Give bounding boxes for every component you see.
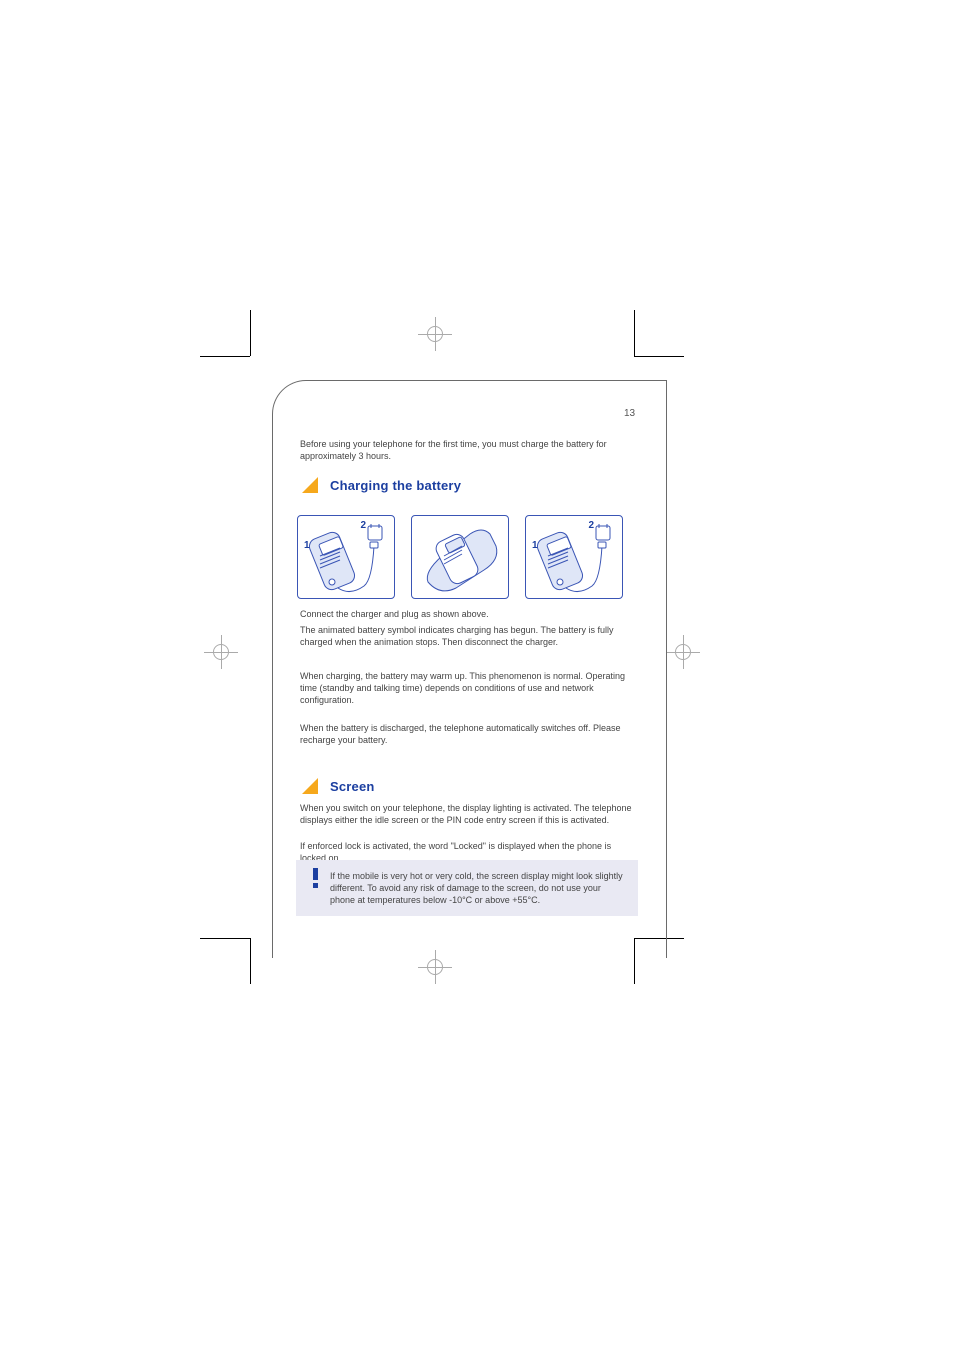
diagram-label: 1 xyxy=(532,540,538,551)
exclamation-icon xyxy=(308,868,322,892)
section-header-screen: Screen xyxy=(300,776,375,796)
diagram-phone-charger-1: 1 2 xyxy=(297,515,395,599)
diagram-phone-cradle xyxy=(411,515,509,599)
section1-intro: Before using your telephone for the firs… xyxy=(300,438,638,462)
diagram-label: 1 xyxy=(304,540,310,551)
triangle-bullet-icon xyxy=(300,475,320,495)
triangle-bullet-icon xyxy=(300,776,320,796)
diagram-label: 2 xyxy=(588,520,594,531)
section-header-charging: Charging the battery xyxy=(300,475,461,495)
section-title-screen: Screen xyxy=(330,779,375,794)
diagram-row: 1 2 xyxy=(297,515,623,599)
section1-body4: When the battery is discharged, the tele… xyxy=(300,722,638,746)
alert-box: If the mobile is very hot or very cold, … xyxy=(296,860,638,916)
section-title-charging: Charging the battery xyxy=(330,478,461,493)
registration-mark-right xyxy=(666,635,700,669)
section1-body3: When charging, the battery may warm up. … xyxy=(300,670,638,706)
page-number: 13 xyxy=(624,407,635,421)
alert-text: If the mobile is very hot or very cold, … xyxy=(330,871,623,905)
print-sheet: 13 Charging the battery Before using you… xyxy=(0,0,954,1348)
section1-body2: The animated battery symbol indicates ch… xyxy=(300,624,638,648)
diagram-phone-charger-2: 1 2 xyxy=(525,515,623,599)
section2-body1: When you switch on your telephone, the d… xyxy=(300,802,638,826)
section1-body1: Connect the charger and plug as shown ab… xyxy=(300,608,638,620)
registration-mark-left xyxy=(204,635,238,669)
registration-mark-top xyxy=(418,317,452,351)
diagram-label: 2 xyxy=(360,520,366,531)
